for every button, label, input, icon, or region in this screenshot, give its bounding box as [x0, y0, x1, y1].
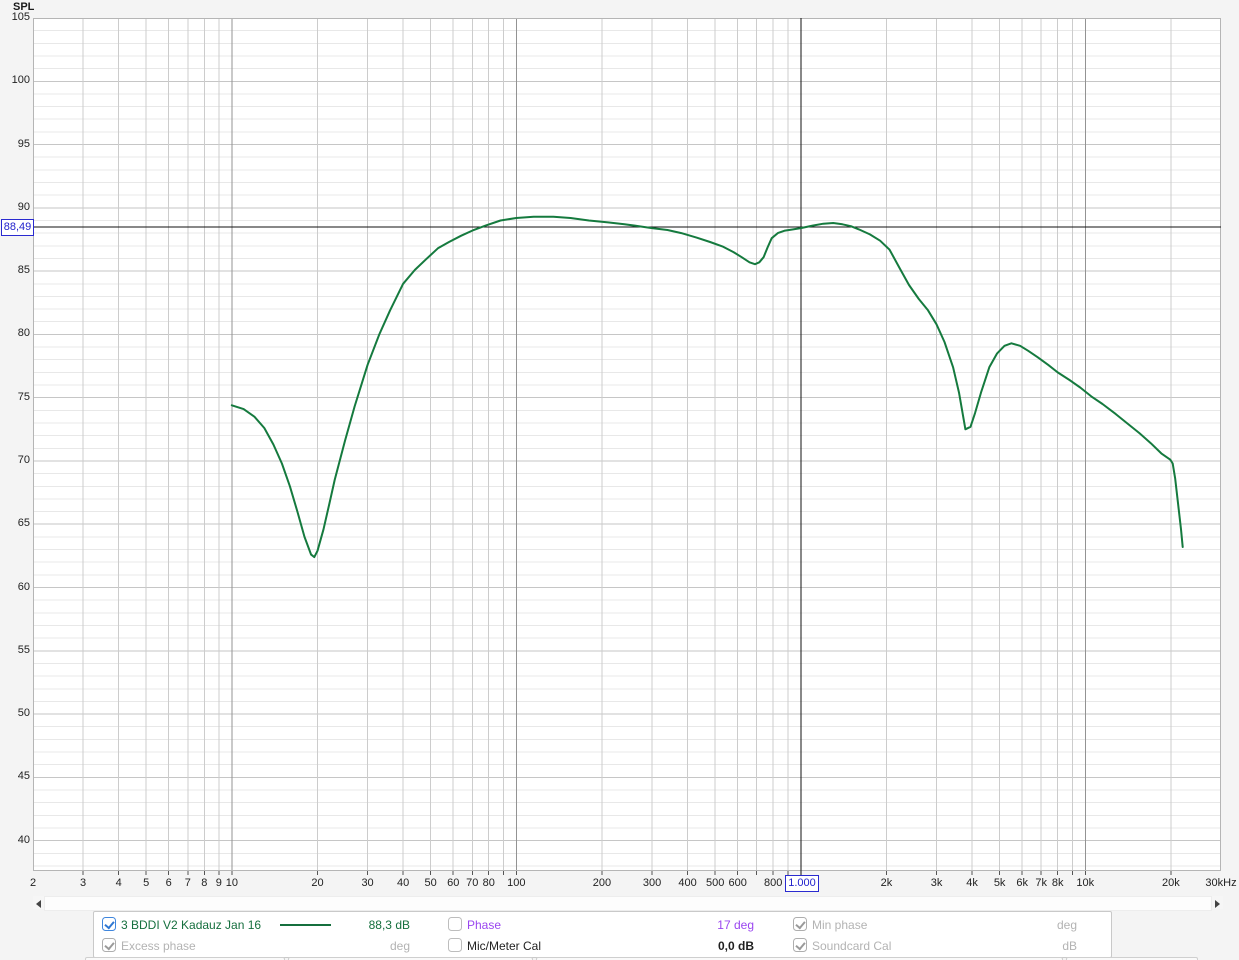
y-tick-label: 100: [0, 74, 30, 86]
x-tick-label: 4k: [966, 877, 978, 889]
rew-spl-window: SPL 105100959085807570656055504540 23456…: [0, 0, 1239, 960]
mic-cal-value: 0,0 dB: [664, 939, 754, 954]
x-tick-label: 30kHz: [1205, 877, 1236, 889]
x-tick-label: 300: [643, 877, 661, 889]
min-phase-label[interactable]: Min phase: [812, 918, 867, 933]
x-tick-label: 5k: [994, 877, 1006, 889]
phase-value: 17 deg: [664, 918, 754, 933]
x-tick-label: 4: [116, 877, 122, 889]
spl-cursor-readout: 88,49: [1, 219, 34, 236]
trace-name[interactable]: 3 BDDI V2 Kadauz Jan 16: [121, 918, 261, 933]
measurement-legend-panel: 3 BDDI V2 Kadauz Jan 16 88,3 dB Phase 17…: [93, 911, 1112, 958]
x-tick-label: 500: [706, 877, 724, 889]
x-tick-label: 6k: [1016, 877, 1028, 889]
excess-phase-label[interactable]: Excess phase: [121, 939, 196, 954]
y-tick-label: 80: [0, 327, 30, 339]
y-tick-label: 70: [0, 454, 30, 466]
scrollbar-track[interactable]: [44, 896, 1212, 911]
soundcard-cal-checkbox[interactable]: [793, 938, 807, 952]
y-tick-label: 45: [0, 770, 30, 782]
y-tick-label: 85: [0, 264, 30, 276]
horizontal-scrollbar[interactable]: [33, 896, 1223, 909]
excess-phase-checkbox[interactable]: [102, 938, 116, 952]
x-tick-label: 2k: [881, 877, 893, 889]
x-tick-label: 9: [216, 877, 222, 889]
freq-cursor-readout: 1.000: [785, 875, 819, 892]
y-tick-label: 75: [0, 391, 30, 403]
x-tick-label: 10k: [1076, 877, 1094, 889]
y-tick-label: 55: [0, 644, 30, 656]
y-tick-label: 90: [0, 201, 30, 213]
y-tick-label: 60: [0, 581, 30, 593]
x-tick-label: 200: [593, 877, 611, 889]
x-tick-label: 50: [425, 877, 437, 889]
mic-cal-checkbox[interactable]: [448, 938, 462, 952]
y-tick-label: 95: [0, 138, 30, 150]
x-tick-label: 2: [30, 877, 36, 889]
x-tick-label: 800: [764, 877, 782, 889]
x-tick-label: 40: [397, 877, 409, 889]
soundcard-cal-unit: dB: [984, 939, 1077, 954]
trace-checkbox[interactable]: [102, 917, 116, 931]
x-tick-label: 20: [311, 877, 323, 889]
x-tick-label: 7: [185, 877, 191, 889]
min-phase-unit: deg: [984, 918, 1077, 933]
phase-label[interactable]: Phase: [467, 918, 501, 933]
x-tick-label: 30: [361, 877, 373, 889]
x-tick-label: 70: [466, 877, 478, 889]
x-tick-label: 3: [80, 877, 86, 889]
x-tick-label: 400: [678, 877, 696, 889]
y-tick-label: 105: [0, 11, 30, 23]
plot-background: [33, 18, 1221, 871]
excess-phase-unit: deg: [324, 939, 410, 954]
x-tick-label: 3k: [931, 877, 943, 889]
spl-chart[interactable]: [33, 18, 1221, 878]
x-tick-label: 20k: [1162, 877, 1180, 889]
x-tick-label: 8: [201, 877, 207, 889]
scroll-right-icon[interactable]: [1215, 900, 1220, 908]
y-tick-label: 40: [0, 834, 30, 846]
x-tick-label: 7k: [1035, 877, 1047, 889]
y-tick-label: 50: [0, 707, 30, 719]
mic-cal-label[interactable]: Mic/Meter Cal: [467, 939, 541, 954]
soundcard-cal-label[interactable]: Soundcard Cal: [812, 939, 891, 954]
x-tick-label: 80: [483, 877, 495, 889]
x-tick-label: 5: [143, 877, 149, 889]
x-tick-label: 10: [226, 877, 238, 889]
y-tick-label: 65: [0, 517, 30, 529]
scroll-left-icon[interactable]: [36, 900, 41, 908]
x-tick-label: 6: [166, 877, 172, 889]
min-phase-checkbox[interactable]: [793, 917, 807, 931]
trace-spl-value: 88,3 dB: [324, 918, 410, 933]
x-tick-label: 8k: [1052, 877, 1064, 889]
phase-checkbox[interactable]: [448, 917, 462, 931]
x-tick-label: 600: [728, 877, 746, 889]
x-tick-label: 100: [507, 877, 525, 889]
x-tick-label: 60: [447, 877, 459, 889]
